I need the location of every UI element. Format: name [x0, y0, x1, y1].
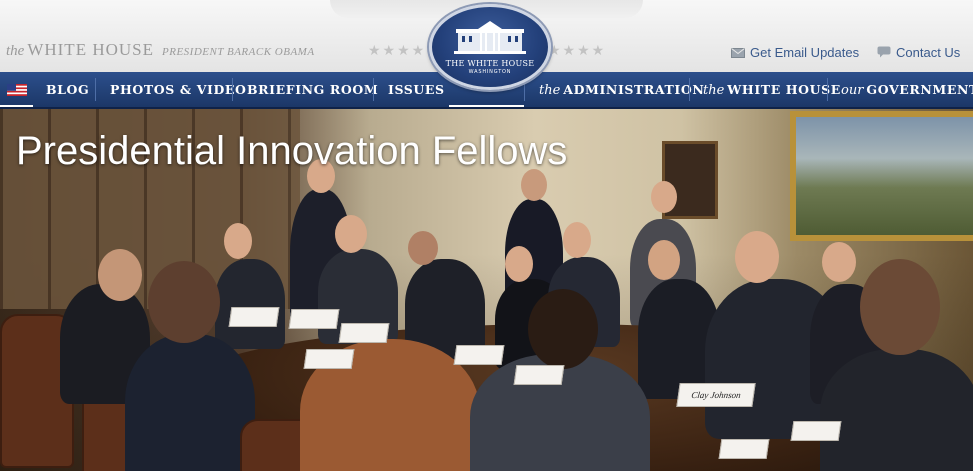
- photo-landscape-painting: [790, 111, 973, 241]
- photo-person-head: [98, 249, 142, 301]
- photo-name-card: [228, 307, 280, 327]
- nav-administration-prefix: the: [539, 83, 561, 98]
- hero-title: Presidential Innovation Fellows: [16, 129, 568, 173]
- nav-separator: [827, 78, 828, 101]
- brand-the: the: [6, 43, 25, 59]
- photo-name-card: [303, 349, 355, 369]
- nav-active-indicator: [449, 105, 524, 107]
- nav-white-house-prefix: the: [703, 83, 725, 98]
- nav-separator: [373, 78, 374, 101]
- nav-the-white-house[interactable]: the WHITE HOUSE: [703, 72, 841, 107]
- photo-person-head: [528, 289, 598, 369]
- photo-person-head: [860, 259, 940, 355]
- nav-briefing-room[interactable]: BRIEFING ROOM: [247, 72, 378, 107]
- nav-our-government[interactable]: our GOVERNMENT: [841, 72, 973, 107]
- site-brand[interactable]: the WHITE HOUSE PRESIDENT BARACK OBAMA: [6, 40, 315, 60]
- photo-name-card: [718, 439, 770, 459]
- email-updates-label: Get Email Updates: [750, 45, 860, 60]
- nav-government-prefix: our: [841, 83, 864, 98]
- nav-administration-label: ADMINISTRATION: [563, 82, 705, 97]
- nav-separator: [95, 78, 96, 101]
- speech-bubble-icon: [877, 46, 891, 61]
- photo-person: [125, 334, 255, 471]
- nav-administration[interactable]: the ADMINISTRATION: [539, 72, 704, 107]
- photo-name-card: Clay Johnson: [676, 383, 756, 407]
- contact-us-label: Contact Us: [896, 45, 961, 60]
- brand-name: WHITE HOUSE: [27, 40, 154, 59]
- email-updates-link[interactable]: Get Email Updates: [731, 45, 859, 61]
- contact-us-link[interactable]: Contact Us: [877, 45, 960, 61]
- photo-name-card: [338, 323, 390, 343]
- stars-left-decoration: ★★★★: [368, 43, 427, 59]
- nav-blog[interactable]: BLOG: [46, 72, 89, 107]
- nav-photos-video[interactable]: PHOTOS & VIDEO: [110, 72, 247, 107]
- photo-name-card: [513, 365, 565, 385]
- photo-name-card: [288, 309, 340, 329]
- stars-right-decoration: ★★★★: [548, 43, 607, 59]
- nav-government-label: GOVERNMENT: [866, 82, 973, 97]
- photo-person: [820, 349, 973, 471]
- white-house-building-icon: [454, 21, 526, 54]
- photo-person-head: [563, 222, 591, 258]
- photo-person: [215, 259, 285, 349]
- photo-person-head: [148, 261, 220, 343]
- photo-name-card: [453, 345, 505, 365]
- photo-person-head: [408, 231, 438, 265]
- photo-person-head: [735, 231, 779, 283]
- seal-title: THE WHITE HOUSE: [445, 59, 535, 68]
- brand-subtitle: PRESIDENT BARACK OBAMA: [162, 46, 315, 58]
- photo-person-head: [822, 242, 856, 282]
- white-house-seal-logo[interactable]: THE WHITE HOUSE WASHINGTON: [429, 4, 551, 90]
- nav-home-flag[interactable]: [0, 72, 33, 107]
- nav-separator: [232, 78, 233, 101]
- us-flag-icon: [7, 84, 27, 96]
- photo-person-head: [651, 181, 677, 213]
- photo-name-card: [790, 421, 842, 441]
- photo-person-head: [335, 215, 367, 253]
- photo-person-head: [505, 246, 533, 282]
- nav-separator: [689, 78, 690, 101]
- seal-subtitle: WASHINGTON: [468, 69, 512, 75]
- hero-photo: Clay Johnson Presidential Innovation Fel…: [0, 109, 973, 471]
- nav-white-house-label: WHITE HOUSE: [727, 82, 841, 97]
- nav-issues[interactable]: ISSUES: [388, 72, 445, 107]
- photo-person-head: [224, 223, 252, 259]
- photo-person-head: [648, 240, 680, 280]
- envelope-icon: [731, 46, 745, 61]
